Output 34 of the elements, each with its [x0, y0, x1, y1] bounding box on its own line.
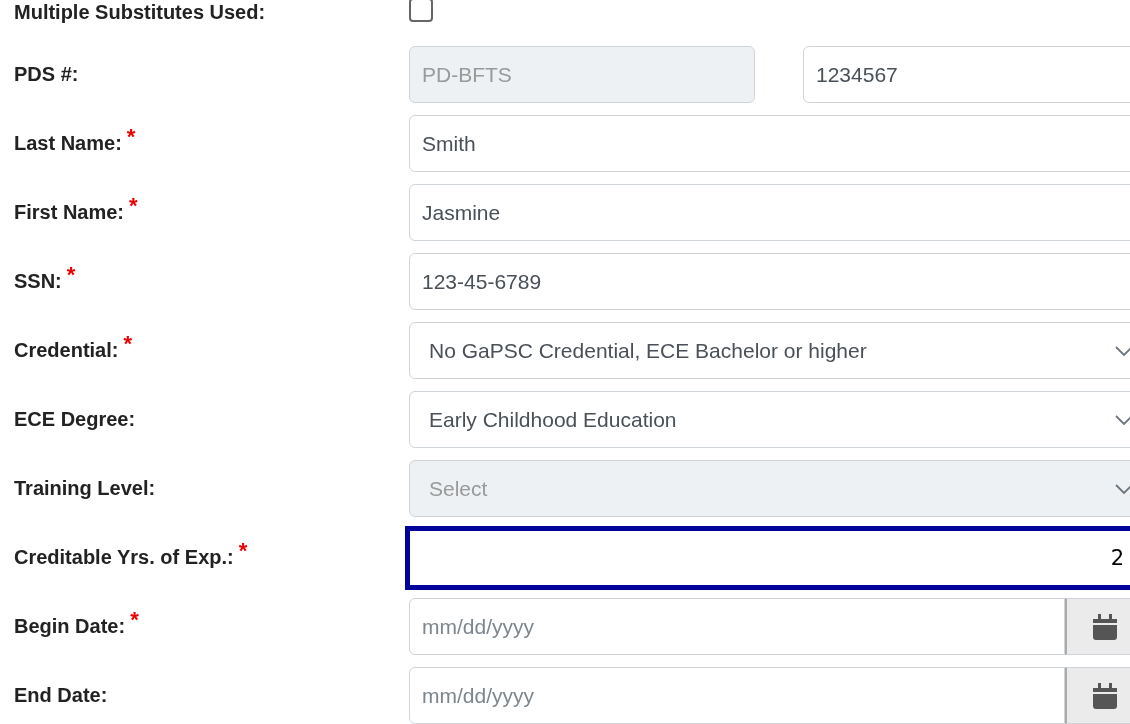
- text-field[interactable]: 1234567: [803, 46, 1130, 103]
- field-label: Multiple Substitutes Used:: [14, 0, 266, 24]
- required-mark: *: [123, 331, 133, 357]
- field-label: PDS #:: [14, 63, 79, 86]
- required-mark: *: [130, 607, 139, 633]
- field-label: First Name:: [14, 201, 125, 224]
- field-label: Last Name:: [14, 132, 122, 155]
- field-label: Begin Date:: [14, 615, 126, 638]
- select-field[interactable]: No GaPSC Credential, ECE Bachelor or higher: [409, 322, 1130, 379]
- required-mark: *: [238, 538, 248, 564]
- chevron-down-icon: [1114, 344, 1130, 357]
- chevron-down-icon: [1114, 482, 1130, 495]
- field-label: Training Level:: [14, 477, 156, 500]
- calendar-button[interactable]: [1065, 598, 1130, 655]
- calendar-button[interactable]: [1065, 667, 1130, 724]
- chevron-down-icon: [1114, 413, 1130, 426]
- calendar-icon: [1093, 613, 1117, 640]
- calendar-icon: [1093, 682, 1117, 709]
- text-field[interactable]: Smith: [409, 115, 1130, 172]
- text-field[interactable]: Jasmine: [409, 184, 1130, 241]
- number-field[interactable]: 2: [405, 525, 1130, 590]
- field-label: Creditable Yrs. of Exp.:: [14, 546, 234, 569]
- required-mark: *: [126, 124, 136, 150]
- checkbox[interactable]: [409, 0, 433, 22]
- date-field[interactable]: mm/dd/yyyy: [409, 667, 1065, 724]
- field-label: End Date:: [14, 684, 108, 707]
- required-mark: *: [66, 262, 76, 288]
- field-label: SSN:: [14, 270, 62, 293]
- text-field[interactable]: 123-45-6789: [409, 253, 1130, 310]
- date-field[interactable]: mm/dd/yyyy: [409, 598, 1065, 655]
- field-label: ECE Degree:: [14, 408, 136, 431]
- field-label: Credential:: [14, 339, 119, 362]
- select-field[interactable]: Early Childhood Education: [409, 391, 1130, 448]
- required-mark: *: [129, 193, 138, 219]
